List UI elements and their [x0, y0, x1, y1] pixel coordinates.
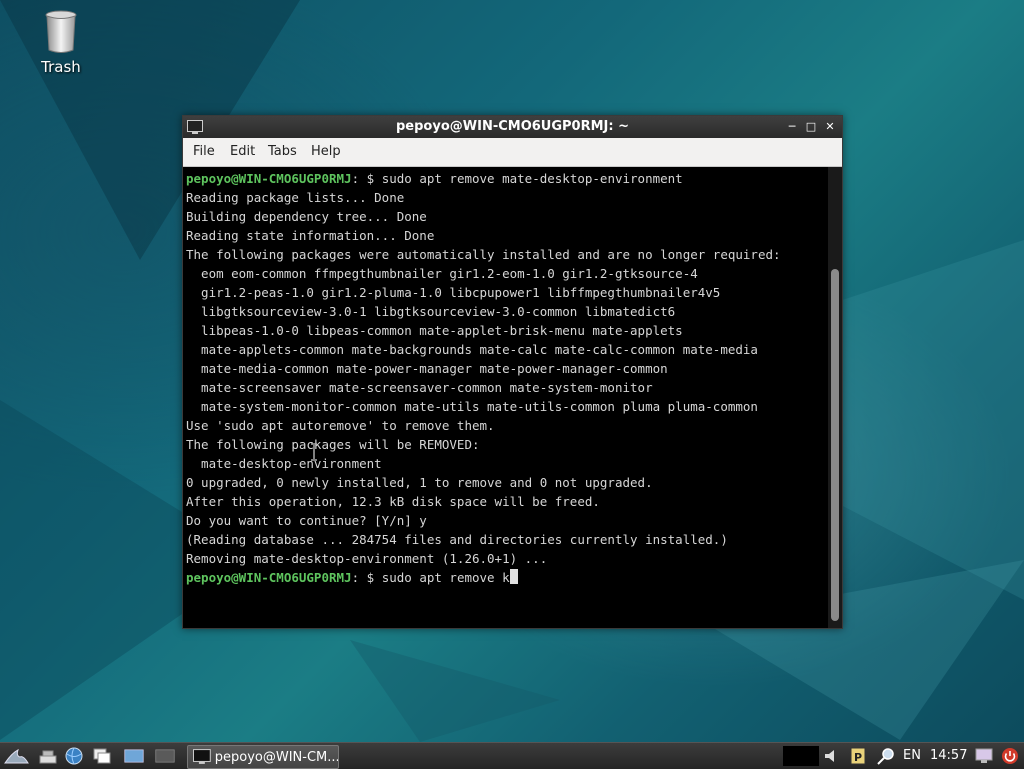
terminal-output-line: eom eom-common ffmpegthumbnailer gir1.2-…: [186, 264, 698, 283]
terminal-line-text: The following packages will be REMOVED:: [186, 437, 480, 452]
keyboard-layout-indicator[interactable]: EN: [903, 748, 921, 763]
terminal-output-line: After this operation, 12.3 kB disk space…: [186, 492, 600, 511]
terminal-output-line: mate-screensaver mate-screensaver-common…: [186, 378, 653, 397]
scrollbar-thumb[interactable]: [831, 269, 839, 621]
maximize-icon[interactable]: □: [803, 119, 819, 135]
terminal-line-text: mate-screensaver mate-screensaver-common…: [186, 380, 653, 395]
terminal-line-text: libgtksourceview-3.0-1 libgtksourceview-…: [186, 304, 676, 319]
terminal-line-text: Do you want to continue? [Y/n] y: [186, 513, 427, 528]
trash-icon: [45, 10, 77, 53]
lock-screen-icon[interactable]: [974, 747, 994, 765]
show-desktop-icon[interactable]: [38, 747, 58, 765]
desktop-icon-trash[interactable]: Trash: [30, 10, 92, 76]
terminal-line-text: The following packages were automaticall…: [186, 247, 781, 262]
terminal-line-text: sudo apt remove k: [381, 570, 510, 585]
terminal-block-cursor: [509, 569, 518, 584]
prompt-user-host: pepoyo@WIN-CMO6UGP0RMJ: [186, 171, 352, 186]
workspace-1-icon[interactable]: [124, 747, 144, 765]
terminal-app-icon: [193, 749, 211, 764]
window-titlebar[interactable]: pepoyo@WIN-CMO6UGP0RMJ: ~ ─ □ ✕: [183, 116, 842, 138]
clock[interactable]: 14:57: [930, 748, 967, 763]
terminal-line-text: eom eom-common ffmpegthumbnailer gir1.2-…: [186, 266, 698, 281]
prompt-user-host: pepoyo@WIN-CMO6UGP0RMJ: [186, 570, 352, 585]
terminal-line-text: Building dependency tree... Done: [186, 209, 427, 224]
terminal-line-text: mate-system-monitor-common mate-utils ma…: [186, 399, 758, 414]
taskbar: pepoyo@WIN-CM... P EN 14:57: [0, 742, 1024, 769]
terminal-output-line: libpeas-1.0-0 libpeas-common mate-applet…: [186, 321, 683, 340]
terminal-line-text: Reading package lists... Done: [186, 190, 405, 205]
terminal-line-text: Removing mate-desktop-environment (1.26.…: [186, 551, 548, 566]
window-title: pepoyo@WIN-CMO6UGP0RMJ: ~: [396, 119, 629, 134]
volume-icon[interactable]: [822, 747, 842, 765]
terminal-output-line: (Reading database ... 284754 files and d…: [186, 530, 728, 549]
menu-file[interactable]: File: [193, 144, 215, 159]
terminal-line-text: (Reading database ... 284754 files and d…: [186, 532, 728, 547]
terminal-output-line: Use 'sudo apt autoremove' to remove them…: [186, 416, 495, 435]
terminal-output-line: gir1.2-peas-1.0 gir1.2-pluma-1.0 libcpup…: [186, 283, 720, 302]
terminal-line-text: 0 upgraded, 0 newly installed, 1 to remo…: [186, 475, 653, 490]
task-button-label: pepoyo@WIN-CM...: [214, 749, 338, 765]
terminal-line-text: sudo apt remove mate-desktop-environment: [381, 171, 683, 186]
scrollbar[interactable]: [828, 167, 842, 628]
power-icon[interactable]: [1000, 747, 1020, 765]
terminal-output-line: libgtksourceview-3.0-1 libgtksourceview-…: [186, 302, 675, 321]
text-cursor-icon: [311, 443, 317, 461]
terminal-line-text: libpeas-1.0-0 libpeas-common mate-applet…: [186, 323, 683, 338]
terminal-line-text: mate-applets-common mate-backgrounds mat…: [186, 342, 758, 357]
terminal-output-line: mate-system-monitor-common mate-utils ma…: [186, 397, 758, 416]
prompt-suffix: : $: [351, 570, 382, 585]
menu-tabs[interactable]: Tabs: [268, 144, 297, 159]
terminal-output-line: Building dependency tree... Done: [186, 207, 427, 226]
terminal-line-text: gir1.2-peas-1.0 gir1.2-pluma-1.0 libcpup…: [186, 285, 721, 300]
workspace-2-icon[interactable]: [155, 747, 175, 765]
web-browser-icon[interactable]: [64, 747, 84, 765]
terminal-output-line: The following packages will be REMOVED:: [186, 435, 480, 454]
terminal-prompt-line: pepoyo@WIN-CMO6UGP0RMJ: $ sudo apt remov…: [186, 568, 518, 587]
menu-edit[interactable]: Edit: [230, 144, 255, 159]
menu-help[interactable]: Help: [311, 144, 341, 159]
file-manager-icon[interactable]: [92, 747, 112, 765]
terminal-line-text: Use 'sudo apt autoremove' to remove them…: [186, 418, 495, 433]
minimize-icon[interactable]: ─: [784, 119, 800, 135]
clipboard-icon[interactable]: P: [848, 747, 868, 765]
terminal-output-line: mate-media-common mate-power-manager mat…: [186, 359, 668, 378]
terminal-output-line: Removing mate-desktop-environment (1.26.…: [186, 549, 547, 568]
task-button-terminal[interactable]: pepoyo@WIN-CM...: [187, 745, 339, 769]
terminal-output[interactable]: pepoyo@WIN-CMO6UGP0RMJ: $ sudo apt remov…: [183, 167, 828, 628]
menubar: File Edit Tabs Help: [183, 138, 842, 167]
prompt-suffix: : $: [351, 171, 382, 186]
terminal-line-text: mate-desktop-environment: [186, 456, 382, 471]
svg-text:P: P: [854, 751, 862, 764]
terminal-output-line: mate-applets-common mate-backgrounds mat…: [186, 340, 758, 359]
terminal-prompt-line: pepoyo@WIN-CMO6UGP0RMJ: $ sudo apt remov…: [186, 169, 683, 188]
terminal-line-text: Reading state information... Done: [186, 228, 435, 243]
cpu-monitor-widget[interactable]: [783, 746, 819, 766]
close-icon[interactable]: ✕: [822, 119, 838, 135]
terminal-output-line: Reading state information... Done: [186, 226, 434, 245]
start-menu-icon[interactable]: [4, 747, 30, 765]
terminal-line-text: After this operation, 12.3 kB disk space…: [186, 494, 600, 509]
terminal-output-line: The following packages were automaticall…: [186, 245, 781, 264]
terminal-output-line: Do you want to continue? [Y/n] y: [186, 511, 427, 530]
terminal-line-text: mate-media-common mate-power-manager mat…: [186, 361, 668, 376]
terminal-output-line: Reading package lists... Done: [186, 188, 404, 207]
terminal-output-line: mate-desktop-environment: [186, 454, 382, 473]
terminal-output-line: 0 upgraded, 0 newly installed, 1 to remo…: [186, 473, 653, 492]
terminal-window[interactable]: pepoyo@WIN-CMO6UGP0RMJ: ~ ─ □ ✕ File Edi…: [182, 115, 843, 629]
desktop-icon-label: Trash: [41, 58, 81, 76]
search-icon[interactable]: [876, 747, 896, 765]
